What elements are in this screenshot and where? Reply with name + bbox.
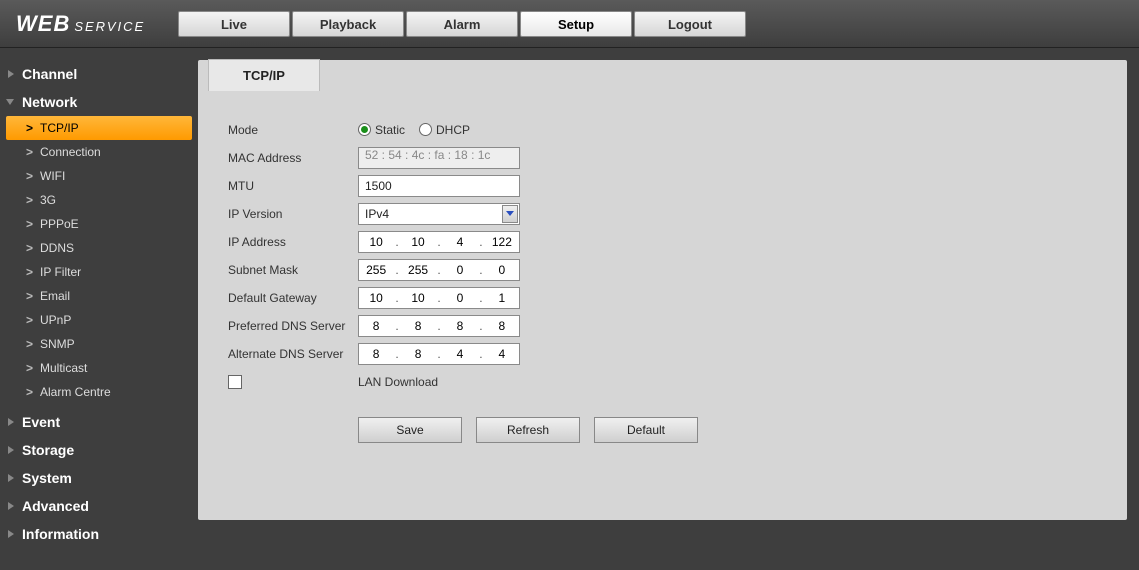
label-adns: Alternate DNS Server bbox=[228, 347, 358, 361]
sidebar-item-pppoe[interactable]: PPPoE bbox=[6, 212, 192, 236]
sidebar-group-system[interactable]: System bbox=[0, 464, 198, 492]
ip-input[interactable]: 10. 10. 4. 122 bbox=[358, 231, 520, 253]
sidebar-item-wifi[interactable]: WIFI bbox=[6, 164, 192, 188]
sidebar-group-event[interactable]: Event bbox=[0, 408, 198, 436]
sidebar-group-information[interactable]: Information bbox=[0, 520, 198, 548]
sidebar: Channel Network TCP/IP Connection WIFI 3… bbox=[0, 48, 198, 570]
mode-radio-group: Static DHCP bbox=[358, 123, 470, 137]
tab-live[interactable]: Live bbox=[178, 11, 290, 37]
panel: TCP/IP Mode Static DHCP bbox=[198, 60, 1127, 520]
sidebar-item-3g[interactable]: 3G bbox=[6, 188, 192, 212]
radio-static[interactable]: Static bbox=[358, 123, 405, 137]
label-subnet: Subnet Mask bbox=[228, 263, 358, 277]
sidebar-item-connection[interactable]: Connection bbox=[6, 140, 192, 164]
sidebar-network-items: TCP/IP Connection WIFI 3G PPPoE DDNS IP … bbox=[0, 116, 198, 408]
button-row: Save Refresh Default bbox=[358, 417, 1127, 443]
sidebar-item-email[interactable]: Email bbox=[6, 284, 192, 308]
radio-dhcp-icon bbox=[419, 123, 432, 136]
label-mac: MAC Address bbox=[228, 151, 358, 165]
refresh-button[interactable]: Refresh bbox=[476, 417, 580, 443]
label-ipver: IP Version bbox=[228, 207, 358, 221]
label-mode: Mode bbox=[228, 123, 358, 137]
sidebar-group-storage[interactable]: Storage bbox=[0, 436, 198, 464]
tab-setup[interactable]: Setup bbox=[520, 11, 632, 37]
radio-static-icon bbox=[358, 123, 371, 136]
logo-main: WEB bbox=[16, 11, 70, 36]
sidebar-group-advanced[interactable]: Advanced bbox=[0, 492, 198, 520]
sidebar-group-network[interactable]: Network bbox=[0, 88, 198, 116]
save-button[interactable]: Save bbox=[358, 417, 462, 443]
top-tabs: Live Playback Alarm Setup Logout bbox=[178, 11, 746, 37]
mtu-input[interactable] bbox=[358, 175, 520, 197]
subnet-input[interactable]: 255. 255. 0. 0 bbox=[358, 259, 520, 281]
sidebar-item-ddns[interactable]: DDNS bbox=[6, 236, 192, 260]
lan-checkbox-cell bbox=[228, 375, 358, 389]
tab-alarm[interactable]: Alarm bbox=[406, 11, 518, 37]
sidebar-item-multicast[interactable]: Multicast bbox=[6, 356, 192, 380]
logo: WEB SERVICE bbox=[0, 11, 178, 37]
sidebar-item-alarmcentre[interactable]: Alarm Centre bbox=[6, 380, 192, 404]
tab-logout[interactable]: Logout bbox=[634, 11, 746, 37]
radio-dhcp-label: DHCP bbox=[436, 123, 470, 137]
mac-input: 52 : 54 : 4c : fa : 18 : 1c bbox=[358, 147, 520, 169]
sidebar-item-upnp[interactable]: UPnP bbox=[6, 308, 192, 332]
label-gateway: Default Gateway bbox=[228, 291, 358, 305]
label-lan: LAN Download bbox=[358, 375, 438, 389]
logo-sub: SERVICE bbox=[74, 19, 145, 34]
sidebar-item-ipfilter[interactable]: IP Filter bbox=[6, 260, 192, 284]
label-ipaddr: IP Address bbox=[228, 235, 358, 249]
chevron-down-icon bbox=[502, 205, 518, 223]
radio-dhcp[interactable]: DHCP bbox=[419, 123, 470, 137]
adns-input[interactable]: 8. 8. 4. 4 bbox=[358, 343, 520, 365]
panel-tab-tcpip[interactable]: TCP/IP bbox=[208, 59, 320, 91]
sidebar-item-snmp[interactable]: SNMP bbox=[6, 332, 192, 356]
pdns-input[interactable]: 8. 8. 8. 8 bbox=[358, 315, 520, 337]
label-mtu: MTU bbox=[228, 179, 358, 193]
sidebar-group-channel[interactable]: Channel bbox=[0, 60, 198, 88]
default-button[interactable]: Default bbox=[594, 417, 698, 443]
label-pdns: Preferred DNS Server bbox=[228, 319, 358, 333]
ipver-select[interactable]: IPv4 bbox=[358, 203, 520, 225]
content: TCP/IP Mode Static DHCP bbox=[198, 48, 1139, 570]
sidebar-item-tcpip[interactable]: TCP/IP bbox=[6, 116, 192, 140]
form: Mode Static DHCP MAC Address bbox=[198, 60, 1127, 443]
tab-playback[interactable]: Playback bbox=[292, 11, 404, 37]
lan-download-checkbox[interactable] bbox=[228, 375, 242, 389]
radio-static-label: Static bbox=[375, 123, 405, 137]
ipver-value: IPv4 bbox=[365, 207, 389, 221]
gateway-input[interactable]: 10. 10. 0. 1 bbox=[358, 287, 520, 309]
header: WEB SERVICE Live Playback Alarm Setup Log… bbox=[0, 0, 1139, 48]
